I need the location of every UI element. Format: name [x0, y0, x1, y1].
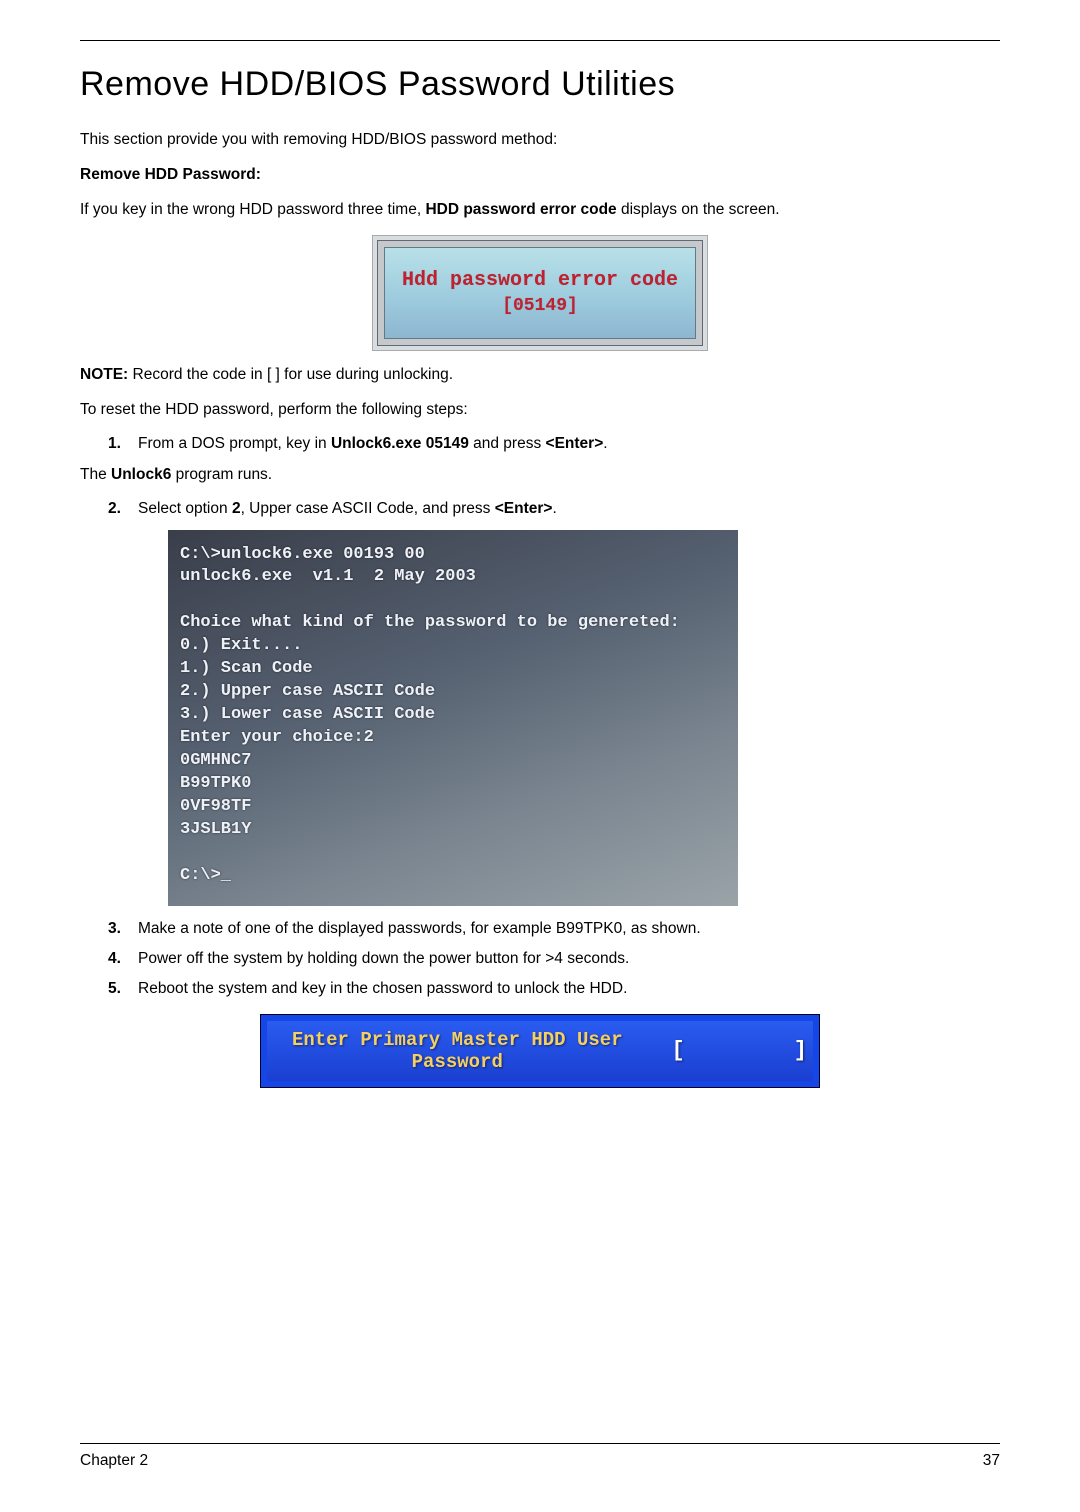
dos-line: 3JSLB1Y: [180, 819, 726, 842]
dos-line: Choice what kind of the password to be g…: [180, 612, 726, 635]
dos-line: 2.) Upper case ASCII Code: [180, 681, 726, 704]
step-text: Reboot the system and key in the chosen …: [138, 980, 1000, 998]
steps-list-3: 3. Make a note of one of the displayed p…: [108, 920, 1000, 998]
error-box-mid: Hdd password error code [05149]: [377, 240, 703, 346]
bracket-close: ]: [794, 1038, 807, 1063]
error-line1: Hdd password error code: [402, 269, 678, 292]
step-num: 5.: [108, 980, 138, 998]
step-text: Select option 2, Upper case ASCII Code, …: [138, 500, 1000, 518]
wrong-pw-suffix: displays on the screen.: [617, 201, 780, 218]
dos-line: C:\>_: [180, 865, 726, 888]
dos-line: 0VF98TF: [180, 796, 726, 819]
step-4: 4. Power off the system by holding down …: [108, 950, 1000, 968]
bracket-open: [: [672, 1038, 685, 1063]
step-5: 5. Reboot the system and key in the chos…: [108, 980, 1000, 998]
dos-line: Enter your choice:2: [180, 727, 726, 750]
step-3: 3. Make a note of one of the displayed p…: [108, 920, 1000, 938]
steps-list-2: 2. Select option 2, Upper case ASCII Cod…: [108, 500, 1000, 518]
step-num: 2.: [108, 500, 138, 518]
dos-line: unlock6.exe v1.1 2 May 2003: [180, 566, 726, 589]
unlock-runs: The Unlock6 program runs.: [80, 465, 1000, 486]
top-rule: [80, 40, 1000, 41]
step-text: From a DOS prompt, key in Unlock6.exe 05…: [138, 435, 1000, 453]
reset-intro: To reset the HDD password, perform the f…: [80, 400, 1000, 421]
document-page: Remove HDD/BIOS Password Utilities This …: [0, 0, 1080, 1512]
wrong-pw-prefix: If you key in the wrong HDD password thr…: [80, 201, 425, 218]
error-box-inner: Hdd password error code [05149]: [384, 247, 696, 339]
note-text: Record the code in [ ] for use during un…: [133, 366, 454, 383]
page-number: 37: [983, 1452, 1000, 1470]
dos-line: [180, 842, 726, 865]
wrong-pw-bold: HDD password error code: [425, 201, 616, 218]
footer-rule: [80, 1443, 1000, 1444]
page-footer: Chapter 2 37: [80, 1443, 1000, 1470]
dos-line: [180, 589, 726, 612]
chapter-label: Chapter 2: [80, 1452, 148, 1470]
dos-line: 0.) Exit....: [180, 635, 726, 658]
note-paragraph: NOTE: Record the code in [ ] for use dur…: [80, 365, 1000, 386]
step-text: Make a note of one of the displayed pass…: [138, 920, 1000, 938]
intro-text: This section provide you with removing H…: [80, 130, 1000, 151]
dos-line: 0GMHNC7: [180, 750, 726, 773]
footer-row: Chapter 2 37: [80, 1452, 1000, 1470]
dos-screenshot: C:\>unlock6.exe 00193 00 unlock6.exe v1.…: [168, 530, 738, 906]
password-prompt-figure: Enter Primary Master HDD User Password […: [80, 1014, 1000, 1088]
note-label: NOTE:: [80, 366, 133, 383]
dos-line: C:\>unlock6.exe 00193 00: [180, 544, 726, 567]
pw-prompt-text: Enter Primary Master HDD User Password: [267, 1029, 648, 1073]
steps-list: 1. From a DOS prompt, key in Unlock6.exe…: [108, 435, 1000, 453]
pw-band: Enter Primary Master HDD User Password […: [267, 1021, 813, 1081]
step-num: 4.: [108, 950, 138, 968]
step-num: 3.: [108, 920, 138, 938]
dos-line: B99TPK0: [180, 773, 726, 796]
page-title: Remove HDD/BIOS Password Utilities: [80, 65, 1000, 104]
step-text: Power off the system by holding down the…: [138, 950, 1000, 968]
step-1: 1. From a DOS prompt, key in Unlock6.exe…: [108, 435, 1000, 453]
error-line2: [05149]: [502, 296, 578, 316]
error-box-outer: Hdd password error code [05149]: [372, 235, 708, 351]
dos-line: 3.) Lower case ASCII Code: [180, 704, 726, 727]
error-code-figure: Hdd password error code [05149]: [80, 235, 1000, 351]
step-2: 2. Select option 2, Upper case ASCII Cod…: [108, 500, 1000, 518]
step-num: 1.: [108, 435, 138, 453]
pw-box: Enter Primary Master HDD User Password […: [260, 1014, 820, 1088]
sub-heading: Remove HDD Password:: [80, 165, 1000, 186]
dos-line: 1.) Scan Code: [180, 658, 726, 681]
wrong-password-text: If you key in the wrong HDD password thr…: [80, 200, 1000, 221]
